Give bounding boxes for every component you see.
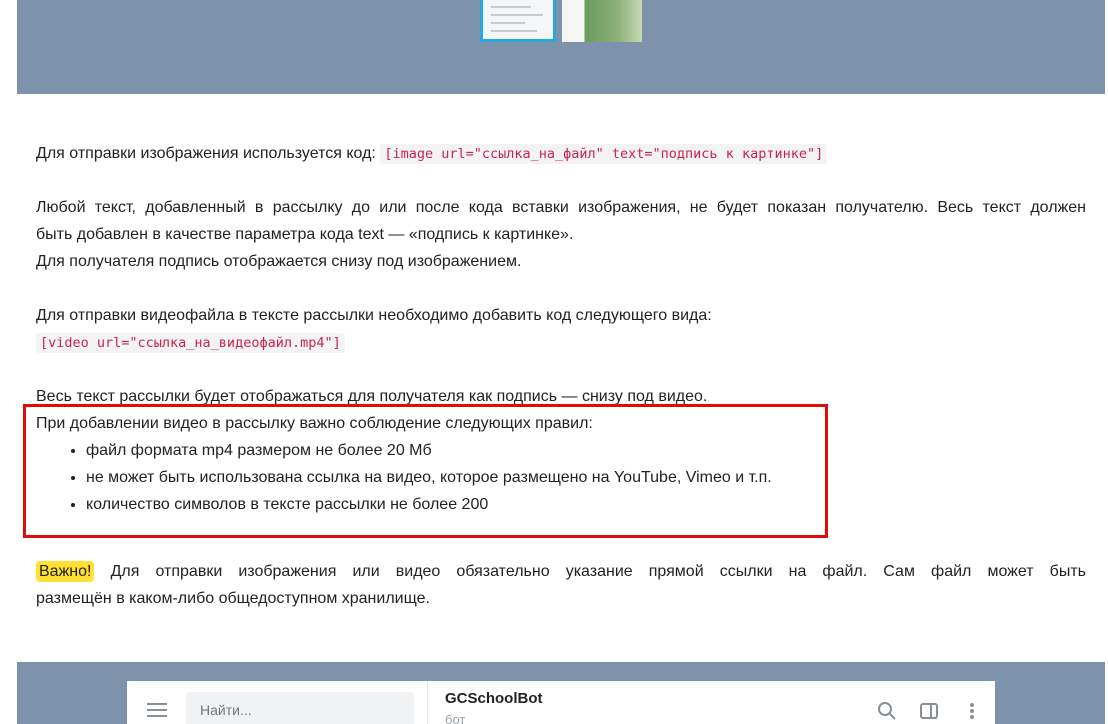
image-code-paragraph: Для отправки изображения используется ко…	[36, 140, 1086, 168]
top-screenshot-banner	[17, 0, 1105, 94]
divider	[427, 681, 428, 724]
text-note-line-2: быть добавлен в качестве параметра кода …	[36, 226, 574, 243]
image-intro-text: Для отправки изображения используется ко…	[36, 145, 376, 162]
telegram-window: GCSchoolBot бот	[127, 681, 995, 724]
rules-highlight-box	[23, 404, 828, 538]
bottom-screenshot-banner: GCSchoolBot бот	[17, 662, 1105, 724]
video-code-paragraph: [video url="ссылка_на_видеофайл.mp4"]	[36, 329, 1086, 357]
side-panel-icon[interactable]	[919, 701, 939, 721]
bot-status: бот	[445, 712, 466, 724]
important-text-line-1: Для отправки изображения или видео обяза…	[110, 563, 1087, 580]
important-paragraph: Важно! Для отправки изображения или виде…	[36, 558, 1086, 585]
important-badge: Важно!	[36, 561, 95, 582]
photo-thumbnail[interactable]	[562, 0, 642, 42]
chat-thumbnail[interactable]	[480, 0, 556, 42]
more-icon[interactable]	[962, 701, 982, 721]
video-intro-text: Для отправки видеофайла в тексте рассылк…	[36, 307, 712, 324]
bot-name: GCSchoolBot	[445, 690, 543, 707]
search-input[interactable]	[186, 692, 414, 724]
image-code-snippet: [image url="ссылка_на_файл" text="подпис…	[380, 144, 828, 164]
text-note-line-1: Любой текст, добавленный в рассылку до и…	[36, 199, 1086, 216]
menu-icon[interactable]	[147, 703, 167, 717]
video-code-snippet: [video url="ссылка_на_видеофайл.mp4"]	[36, 333, 345, 353]
important-text-line-2: размещён в каком-либо общедоступном хран…	[36, 590, 430, 607]
caption-note: Для получателя подпись отображается сниз…	[36, 253, 522, 270]
search-icon[interactable]	[877, 701, 897, 721]
